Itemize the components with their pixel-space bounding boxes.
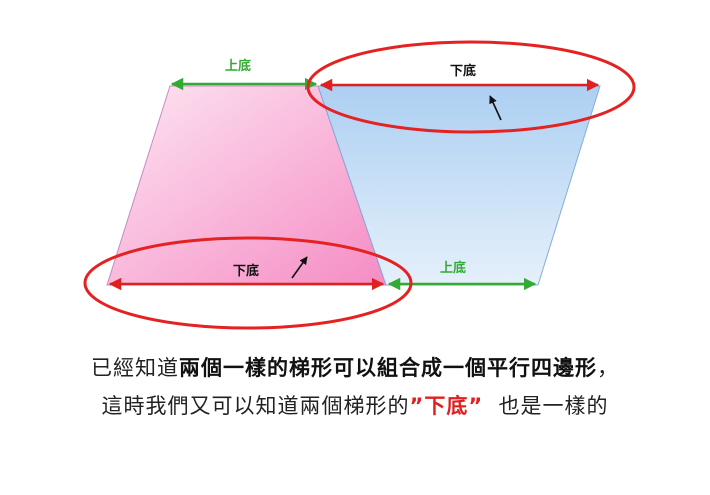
caption-line-2-highlight: ”下底” bbox=[409, 394, 484, 418]
trapezoid-diagram: 上底 下底 下底 上底 bbox=[83, 40, 636, 330]
caption-line-1-bold: 兩個一樣的梯形可以組合成一個平行四邊形 bbox=[179, 356, 597, 380]
caption-line-1-suffix: ， bbox=[597, 356, 619, 380]
pink-top-base-label: 上底 bbox=[225, 58, 251, 74]
blue-bottom-base-label: 上底 bbox=[440, 260, 466, 276]
caption-line-1-prefix: 已經知道 bbox=[91, 356, 179, 380]
caption-line-1: 已經知道兩個一樣的梯形可以組合成一個平行四邊形， bbox=[0, 352, 710, 382]
caption-line-2: 這時我們又可以知道兩個梯形的”下底” 也是一樣的 bbox=[0, 390, 710, 420]
pink-bottom-base-label: 下底 bbox=[233, 263, 259, 279]
caption-line-2-prefix: 這時我們又可以知道兩個梯形的 bbox=[101, 394, 410, 418]
blue-top-base-label: 下底 bbox=[450, 63, 476, 79]
caption-line-2-suffix: 也是一樣的 bbox=[498, 394, 609, 418]
